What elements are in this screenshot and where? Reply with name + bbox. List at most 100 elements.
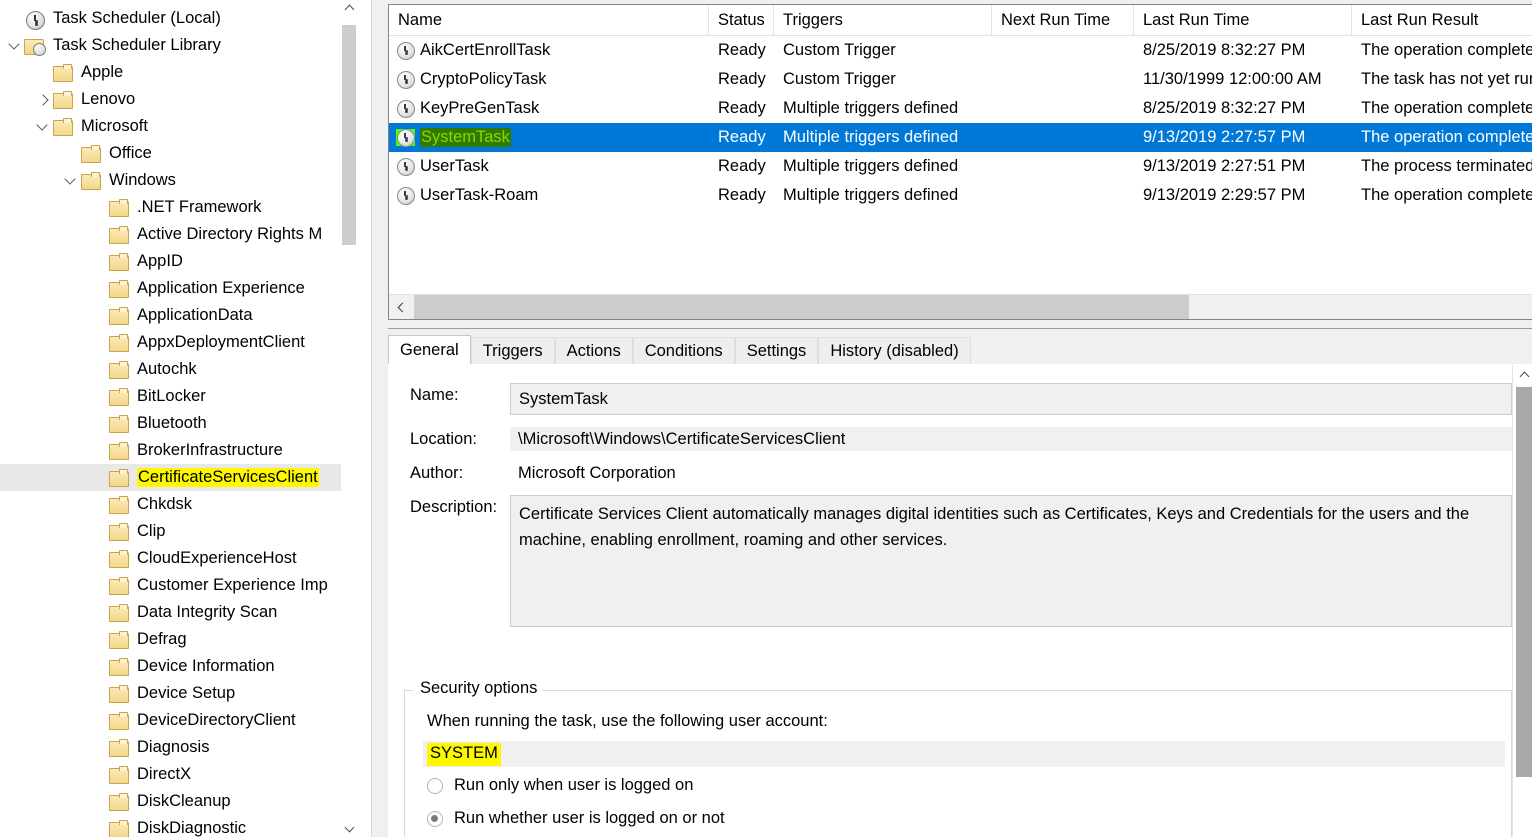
folder-icon — [52, 63, 74, 82]
tree-item-net-framework[interactable]: .NET Framework — [0, 194, 352, 221]
radio-run-whether-logged-on-or-not[interactable]: Run whether user is logged on or not — [427, 809, 725, 828]
task-cell-status: Ready — [718, 70, 766, 88]
pane-splitter[interactable] — [371, 0, 382, 837]
tree-item-appid[interactable]: AppID — [0, 248, 352, 275]
tree-vertical-scrollbar[interactable] — [341, 0, 357, 837]
tree-item-certificateservicesclient[interactable]: CertificateServicesClient — [0, 464, 352, 491]
scrollbar-thumb[interactable] — [1516, 387, 1532, 777]
scrollbar-thumb[interactable] — [342, 25, 356, 245]
scroll-up-button[interactable] — [1513, 365, 1532, 385]
scrollbar-track[interactable] — [414, 295, 1532, 319]
tree-item-directx[interactable]: DirectX — [0, 761, 352, 788]
column-header-last-run-result[interactable]: Last Run Result — [1352, 5, 1532, 36]
tab-triggers[interactable]: Triggers — [470, 337, 555, 365]
folder-icon — [108, 198, 130, 217]
task-cell-status: Ready — [718, 41, 766, 59]
chevron-right-icon[interactable] — [32, 94, 52, 106]
tree-item-data-integrity-scan[interactable]: Data Integrity Scan — [0, 599, 352, 626]
tab-general[interactable]: General — [388, 335, 471, 365]
radio-icon-selected[interactable] — [427, 810, 443, 827]
tree-item-applicationdata[interactable]: ApplicationData — [0, 302, 352, 329]
tree-item-label: Autochk — [137, 360, 197, 378]
folder-icon — [108, 414, 130, 433]
tab-settings[interactable]: Settings — [734, 337, 819, 365]
task-scheduler-tree[interactable]: Task Scheduler (Local) Task Scheduler Li… — [0, 5, 352, 837]
radio-icon[interactable] — [427, 777, 443, 794]
tree-item-active-directory-rights-m[interactable]: Active Directory Rights M — [0, 221, 352, 248]
task-cell-last-run-time: 8/25/2019 8:32:27 PM — [1143, 41, 1306, 59]
tree-item-autochk[interactable]: Autochk — [0, 356, 352, 383]
tree-item-label: CloudExperienceHost — [137, 549, 297, 567]
tree-item-device-setup[interactable]: Device Setup — [0, 680, 352, 707]
tab-history-disabled[interactable]: History (disabled) — [818, 337, 971, 365]
task-cell-last-run-result: The process terminated — [1361, 157, 1532, 175]
task-cell-triggers: Multiple triggers defined — [783, 186, 959, 204]
column-header-next-run-time[interactable]: Next Run Time — [992, 5, 1134, 36]
task-row[interactable]: UserTask-Roam Ready Multiple triggers defi… — [389, 181, 1532, 210]
radio-run-only-when-logged-on[interactable]: Run only when user is logged on — [427, 776, 693, 795]
detail-tabs[interactable]: General Triggers Actions Conditions Settings… — [388, 335, 971, 365]
scroll-left-button[interactable] — [389, 295, 414, 319]
tree-item-apple[interactable]: Apple — [0, 59, 352, 86]
task-row[interactable]: CryptoPolicyTask Ready Custom Trigger 11/30… — [389, 65, 1532, 94]
author-value: Microsoft Corporation — [518, 464, 676, 482]
tree-item-diskdiagnostic[interactable]: DiskDiagnostic — [0, 815, 352, 837]
task-list-rows[interactable]: AikCertEnrollTask Ready Custom Trigger 8/25… — [389, 36, 1532, 210]
tree-item-task-scheduler-library[interactable]: Task Scheduler Library — [0, 32, 352, 59]
task-list[interactable]: Name Status Triggers Next Run Time Last Run … — [388, 4, 1532, 320]
tree-item-cloudexperiencehost[interactable]: CloudExperienceHost — [0, 545, 352, 572]
column-header-last-run-time[interactable]: Last Run Time — [1134, 5, 1352, 36]
task-row[interactable]: UserTask Ready Multiple triggers defined 9/… — [389, 152, 1532, 181]
column-header-triggers[interactable]: Triggers — [774, 5, 992, 36]
scrollbar-thumb[interactable] — [414, 295, 1189, 319]
tree-item-diskcleanup[interactable]: DiskCleanup — [0, 788, 352, 815]
tree-item-appxdeploymentclient[interactable]: AppxDeploymentClient — [0, 329, 352, 356]
task-clock-icon — [396, 158, 415, 176]
detail-vertical-scrollbar[interactable] — [1512, 365, 1532, 837]
chevron-down-icon[interactable] — [32, 121, 52, 133]
task-cell-status: Ready — [718, 128, 766, 146]
chevron-down-icon[interactable] — [4, 40, 24, 52]
scroll-up-button[interactable] — [341, 0, 357, 17]
location-value: \Microsoft\Windows\CertificateServicesCl… — [510, 427, 1512, 451]
tree-item-label: Bluetooth — [137, 414, 207, 432]
tree-item-chkdsk[interactable]: Chkdsk — [0, 491, 352, 518]
tree-item-application-experience[interactable]: Application Experience — [0, 275, 352, 302]
task-cell-status: Ready — [718, 157, 766, 175]
tree-item-microsoft[interactable]: Microsoft — [0, 113, 352, 140]
tree-item-diagnosis[interactable]: Diagnosis — [0, 734, 352, 761]
folder-icon — [108, 495, 130, 514]
description-field[interactable]: Certificate Services Client automaticall… — [510, 495, 1512, 627]
security-intro-text: When running the task, use the following… — [427, 712, 828, 730]
task-row[interactable]: KeyPreGenTask Ready Multiple triggers defi… — [389, 94, 1532, 123]
tree-item-windows[interactable]: Windows — [0, 167, 352, 194]
tree-item-bitlocker[interactable]: BitLocker — [0, 383, 352, 410]
tree-item-brokerinfrastructure[interactable]: BrokerInfrastructure — [0, 437, 352, 464]
scroll-down-button[interactable] — [341, 820, 357, 837]
task-name-label: UserTask-Roam — [420, 186, 539, 204]
tree-item-devicedirectoryclient[interactable]: DeviceDirectoryClient — [0, 707, 352, 734]
tree-item-bluetooth[interactable]: Bluetooth — [0, 410, 352, 437]
folder-icon — [108, 711, 130, 730]
tab-conditions[interactable]: Conditions — [632, 337, 735, 365]
task-cell-last-run-result: The operation complete — [1361, 41, 1532, 59]
name-field[interactable]: SystemTask — [510, 383, 1512, 415]
task-list-horizontal-scrollbar[interactable] — [389, 294, 1532, 319]
task-row[interactable]: SystemTask Ready Multiple triggers defined… — [389, 123, 1532, 152]
tree-item-office[interactable]: Office — [0, 140, 352, 167]
tree-item-root[interactable]: Task Scheduler (Local) — [0, 5, 352, 32]
tree-item-customer-experience-imp[interactable]: Customer Experience Imp — [0, 572, 352, 599]
task-row[interactable]: AikCertEnrollTask Ready Custom Trigger 8/25… — [389, 36, 1532, 65]
folder-icon — [108, 360, 130, 379]
group-border-right — [531, 690, 1511, 691]
task-list-header[interactable]: Name Status Triggers Next Run Time Last Run … — [389, 5, 1532, 36]
tree-item-label: AppID — [137, 252, 183, 270]
chevron-down-icon[interactable] — [60, 175, 80, 187]
tab-actions[interactable]: Actions — [554, 337, 633, 365]
tree-item-clip[interactable]: Clip — [0, 518, 352, 545]
column-header-status[interactable]: Status — [709, 5, 774, 36]
tree-item-device-information[interactable]: Device Information — [0, 653, 352, 680]
column-header-name[interactable]: Name — [389, 5, 709, 36]
tree-item-defrag[interactable]: Defrag — [0, 626, 352, 653]
tree-item-lenovo[interactable]: Lenovo — [0, 86, 352, 113]
